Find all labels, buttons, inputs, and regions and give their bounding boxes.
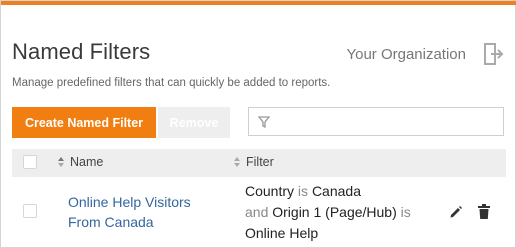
select-all-checkbox[interactable] [23,155,37,169]
filter-field-1: Country [245,183,295,199]
filter-name-line1: Online Help Visitors [68,194,191,210]
filter-name-line2: From Canada [68,214,154,230]
filter-name-link[interactable]: Online Help Visitors From Canada [68,192,228,232]
filter-input[interactable] [277,111,501,134]
filter-operator-1: is [297,183,309,199]
filter-description: Country is Canada and Origin 1 (Page/Hub… [245,181,435,244]
column-header-name[interactable]: Name [58,155,103,169]
filter-conjunction: and [245,204,269,220]
sort-icon [234,157,240,167]
filter-search-box[interactable] [248,107,504,136]
table-header: Name Filter [12,149,506,177]
page-title: Named Filters [12,39,151,64]
filter-value-2: Online Help [245,225,319,241]
filter-operator-2: is [400,204,411,220]
organization-link[interactable]: Your Organization [346,46,466,63]
page-subtitle: Manage predefined filters that can quick… [12,77,331,89]
funnel-icon [258,116,270,128]
accent-bar [1,1,516,5]
filter-value-1: Canada [311,183,361,199]
remove-button[interactable]: Remove [158,107,230,138]
filter-field-2: Origin 1 (Page/Hub) [272,204,397,220]
row-checkbox[interactable] [23,204,37,218]
named-filters-panel: Named Filters Your Organization Manage p… [0,0,516,248]
column-label-name: Name [70,155,104,169]
create-named-filter-button[interactable]: Create Named Filter [12,107,156,138]
edit-pencil-icon[interactable] [449,205,463,219]
exit-icon[interactable] [482,42,504,66]
trash-icon[interactable] [478,204,490,219]
column-label-filter: Filter [246,155,274,169]
sort-icon [58,157,64,167]
column-header-filter[interactable]: Filter [234,155,274,169]
